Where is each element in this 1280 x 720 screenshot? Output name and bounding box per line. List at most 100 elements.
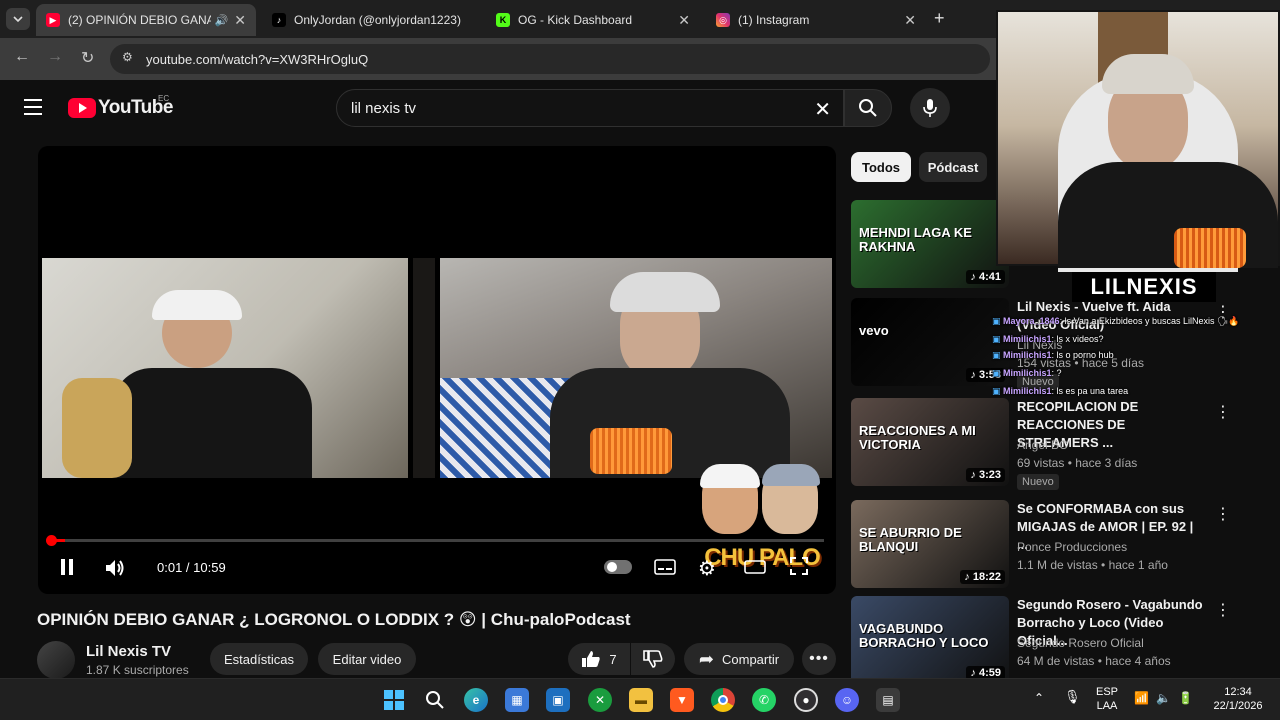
video-title: OPINIÓN DEBIO GANAR ¿ LOGRONOL O LODDIX … [37, 610, 631, 629]
microphone-icon [923, 99, 937, 117]
tab-search-button[interactable] [6, 8, 30, 30]
autoplay-toggle[interactable] [604, 560, 632, 574]
video-progress-bar[interactable] [46, 535, 824, 546]
clock[interactable]: 12:34 22/1/2026 [1206, 685, 1270, 713]
new-tab-button[interactable]: + [934, 8, 945, 29]
share-label: Compartir [722, 651, 780, 667]
language-bottom: LAA [1096, 700, 1118, 712]
like-button[interactable]: 7 [568, 643, 630, 675]
channel-name[interactable]: Lil Nexis TV [86, 643, 171, 660]
share-button[interactable]: ➦ Compartir [684, 643, 794, 675]
tab-kick[interactable]: K OG - Kick Dashboard ✕ [486, 4, 700, 36]
discord-icon[interactable]: ☺ [835, 688, 859, 712]
more-options-icon[interactable]: ⋮ [1215, 504, 1231, 524]
tab-instagram[interactable]: ◎ (1) Instagram ✕ [706, 4, 926, 36]
clock-date: 22/1/2026 [1213, 700, 1263, 712]
speaker-icon: 🔊 [214, 14, 229, 27]
app-icon[interactable]: ▣ [546, 688, 570, 712]
chat-username: Mimilichis1 [1003, 368, 1052, 378]
fullscreen-button[interactable] [790, 557, 808, 580]
recommendation-channel[interactable]: Segundo Rosero Oficial [1017, 636, 1144, 650]
chat-badge-icon: ▣ [992, 386, 1004, 396]
edge-icon[interactable]: e [464, 688, 488, 712]
video-thumbnail[interactable]: SE ABURRIO DE BLANQUI ♪ 18:22 [851, 500, 1009, 588]
thumbnail-text: SE ABURRIO DE BLANQUI [859, 525, 962, 554]
share-icon: ➦ [698, 648, 714, 669]
chat-message: ▣ Mimilichis1: ls x videos? [992, 334, 1104, 345]
windows-start-icon[interactable] [382, 688, 406, 712]
address-bar[interactable]: ⚙ youtube.com/watch?v=XW3RHrOgluQ [110, 44, 990, 74]
music-note-icon: ♪ [964, 571, 973, 583]
more-options-icon[interactable]: ⋮ [1215, 402, 1231, 422]
chat-username: Mayora_1846 [1003, 316, 1060, 326]
recommendation-channel[interactable]: Ponce Producciones [1017, 540, 1127, 554]
voice-search-button[interactable] [910, 88, 950, 128]
chip-todos[interactable]: Todos [851, 152, 911, 182]
more-options-icon[interactable]: ⋮ [1215, 600, 1231, 620]
wifi-icon[interactable]: 📶 [1134, 691, 1149, 705]
close-icon[interactable]: ✕ [678, 12, 690, 29]
video-thumbnail[interactable]: MEHNDI LAGA KE RAKHNA ♪ 4:41 [851, 200, 1009, 288]
more-actions-button[interactable]: ••• [802, 643, 836, 675]
music-note-icon: ♪ [970, 369, 979, 381]
chat-username: Mimilichis1 [1003, 386, 1052, 396]
obs-icon[interactable]: ● [794, 688, 818, 712]
language-indicator[interactable]: ESP LAA [1094, 685, 1120, 713]
search-icon[interactable] [423, 688, 447, 712]
clear-search-icon[interactable]: ✕ [814, 97, 831, 122]
whatsapp-icon[interactable]: ✆ [752, 688, 776, 712]
search-input[interactable]: lil nexis tv ✕ [336, 89, 844, 127]
video-duration: ♪ 3:23 [966, 468, 1005, 482]
menu-icon[interactable] [24, 99, 42, 115]
chip-podcast[interactable]: Pódcast [919, 152, 987, 182]
stats-button[interactable]: Estadísticas [210, 643, 308, 675]
video-player[interactable]: CHU PALO 0:01 / 10:59 ⚙ [38, 146, 836, 594]
close-icon[interactable]: ✕ [234, 12, 246, 29]
back-arrow-icon[interactable]: ← [14, 48, 30, 66]
reload-icon[interactable]: ↻ [81, 48, 94, 68]
thumbnail-text: VAGABUNDO BORRACHO Y LOCO [859, 621, 989, 650]
subtitles-button[interactable] [654, 559, 676, 580]
forward-arrow-icon[interactable]: → [47, 48, 63, 66]
show-hidden-icons[interactable]: ⌃ [1034, 691, 1044, 705]
pause-button[interactable] [60, 558, 74, 576]
brave-icon[interactable]: ▼ [670, 688, 694, 712]
recommendation-item[interactable]: REACCIONES A MI VICTORIA ♪ 3:23 RECOPILACI… [851, 398, 1271, 492]
recommendation-channel[interactable]: Angel BC [1017, 438, 1068, 452]
store-icon[interactable]: ▦ [505, 688, 529, 712]
chrome-icon[interactable] [711, 688, 735, 712]
microphone-tray-icon[interactable]: 🎙 [1064, 690, 1081, 704]
recommendation-item[interactable]: VAGABUNDO BORRACHO Y LOCO ♪ 4:59 Segundo R… [851, 596, 1271, 690]
dislike-button[interactable] [631, 643, 675, 675]
streamer-name-banner: LILNEXIS [1072, 272, 1216, 302]
game-icon[interactable]: ▤ [876, 688, 900, 712]
tab-label: OnlyJordan (@onlyjordan1223) [294, 13, 461, 27]
chat-message: ▣ Mimilichis1: ls es pa una tarea [992, 386, 1128, 397]
video-thumbnail[interactable]: VAGABUNDO BORRACHO Y LOCO ♪ 4:59 [851, 596, 1009, 684]
xbox-icon[interactable]: ✕ [588, 688, 612, 712]
recommendation-meta: 64 M de vistas • hace 4 años [1017, 654, 1171, 668]
chat-message: ▣ Mimilichis1: ? [992, 368, 1062, 379]
tab-tiktok[interactable]: ♪ OnlyJordan (@onlyjordan1223) [262, 4, 480, 36]
channel-avatar[interactable] [37, 641, 75, 679]
battery-icon[interactable]: 🔋 [1178, 691, 1193, 705]
recommendation-item[interactable]: SE ABURRIO DE BLANQUI ♪ 18:22 Se CONFORMAB… [851, 500, 1271, 594]
settings-button[interactable]: ⚙ [698, 556, 716, 581]
language-top: ESP [1095, 686, 1118, 698]
site-info-icon[interactable]: ⚙ [122, 50, 133, 64]
search-button[interactable] [844, 89, 892, 127]
theater-mode-button[interactable] [744, 559, 766, 580]
theater-icon [744, 560, 766, 574]
video-thumbnail[interactable]: vevo ♪ 3:58 [851, 298, 1009, 386]
tab-youtube[interactable]: ▶ (2) OPINIÓN DEBIO GANAR 🔊 ✕ [36, 4, 256, 36]
volume-tray-icon[interactable]: 🔈 [1156, 691, 1171, 705]
volume-button[interactable] [104, 558, 128, 583]
edit-video-button[interactable]: Editar video [318, 643, 416, 675]
tab-label: (1) Instagram [738, 13, 810, 27]
video-thumbnail[interactable]: REACCIONES A MI VICTORIA ♪ 3:23 [851, 398, 1009, 486]
progress-scrubber-handle[interactable] [46, 535, 57, 546]
youtube-logo-icon[interactable] [68, 98, 96, 118]
file-explorer-icon[interactable]: ▬ [629, 688, 653, 712]
close-icon[interactable]: ✕ [904, 12, 916, 29]
clock-time: 12:34 [1224, 686, 1252, 698]
